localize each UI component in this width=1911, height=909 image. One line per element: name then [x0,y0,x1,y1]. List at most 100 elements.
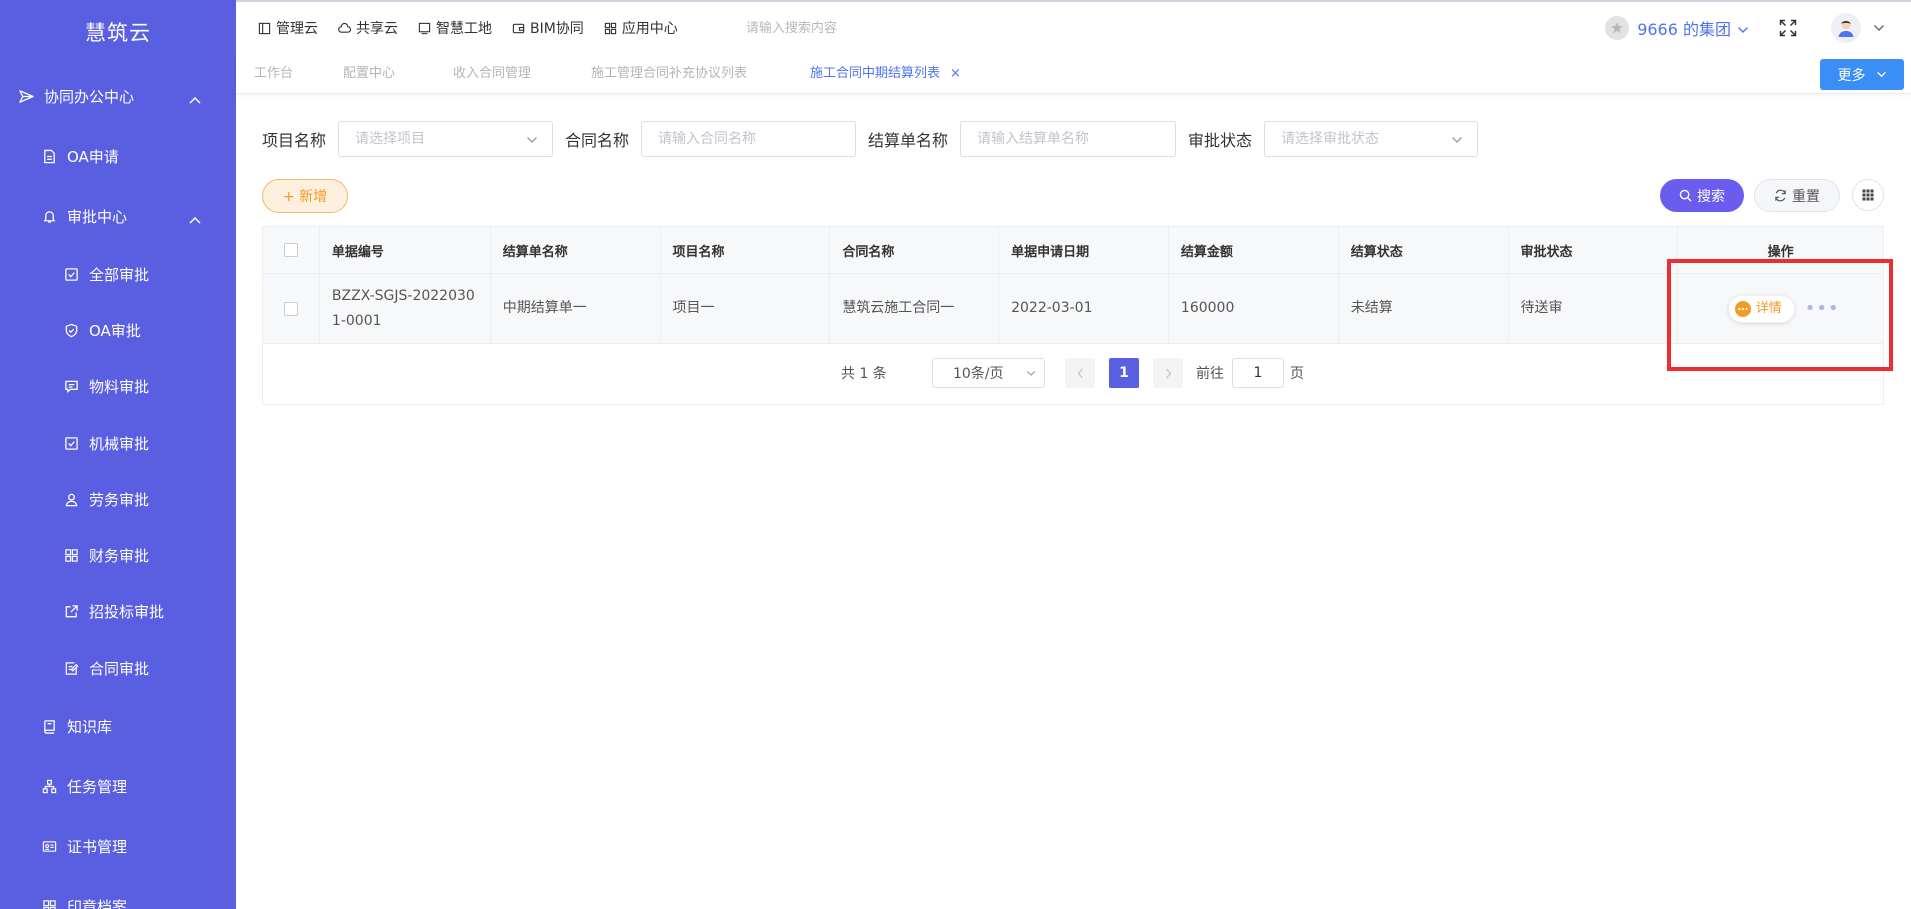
global-search-input[interactable] [745,20,1006,36]
sidebar-item-seal-archive[interactable]: 印章档案 [0,876,236,909]
settlement-input[interactable] [977,131,1160,147]
refresh-icon [1775,189,1786,202]
sidebar-item-label: OA审批 [89,321,141,340]
topnav-smart-site[interactable]: 智慧工地 [418,18,492,38]
sidebar-item-label: 财务审批 [89,547,150,566]
goto-page-input[interactable] [1232,358,1284,388]
sidebar-item-bidding-approval[interactable]: 招投标审批 [0,584,236,640]
sidebar-item-oa-approval[interactable]: OA审批 [0,302,236,358]
sidebar-item-label: OA申请 [67,147,119,166]
sidebar-item-finance-approval[interactable]: 财务审批 [0,527,236,583]
cloud-icon [338,22,351,33]
avatar-icon [1831,13,1861,43]
tab-interim-settlement[interactable]: 施工合同中期结算列表 × [810,54,961,94]
tab-supplement-agreement[interactable]: 施工管理合同补充协议列表 [591,54,747,94]
more-button[interactable]: 更多 [1820,59,1904,90]
sidebar-item-contract-approval[interactable]: 合同审批 [0,640,236,696]
sidebar-item-knowledge[interactable]: 知识库 [0,696,236,756]
sidebar-item-collab-office[interactable]: 协同办公中心 [0,66,236,126]
checkbox-icon [63,266,79,282]
settlement-field[interactable] [960,121,1177,157]
header-cell: 单据申请日期 [999,227,1169,273]
document-icon [41,148,57,164]
sidebar-item-machine-approval[interactable]: 机械审批 [0,415,236,471]
tab-workbench[interactable]: 工作台 [254,54,293,94]
sidebar-item-oa-apply[interactable]: OA申请 [0,126,236,186]
search-button[interactable]: 搜索 [1660,179,1744,212]
sidebar-item-task[interactable]: 任务管理 [0,756,236,816]
contract-field[interactable] [641,121,857,157]
org-name: 9666 的集团 [1637,20,1731,39]
send-icon [18,88,34,104]
goto-suffix: 页 [1290,366,1304,382]
topnav-label: 智慧工地 [436,21,492,37]
select-all-checkbox[interactable] [283,243,298,257]
topnav-bim[interactable]: BIM协同 [512,18,584,38]
page-number-current[interactable]: 1 [1109,358,1139,388]
topnav-share-cloud[interactable]: 共享云 [338,18,398,38]
header-cell: 项目名称 [661,227,831,273]
fullscreen-icon[interactable] [1779,19,1797,37]
header-cell: 结算金额 [1169,227,1339,273]
approval-status-input[interactable] [1281,131,1462,147]
tab-label: 施工合同中期结算列表 [810,66,941,81]
org-chart-icon [41,778,57,794]
chevron-down-icon [527,137,537,143]
chevron-right-icon [1165,368,1171,378]
contract-input[interactable] [658,131,840,147]
tab-config-center[interactable]: 配置中心 [343,54,395,94]
sidebar: 慧筑云 协同办公中心 OA申请 审批中心 全部审批 OA审批 物料审批 机械审批… [0,0,236,909]
user-menu[interactable] [1831,13,1885,43]
message-icon [63,379,79,395]
grid-icon [41,898,57,909]
monitor-icon [418,22,431,34]
org-switcher[interactable]: 9666 的集团 [1605,16,1749,40]
tabs-bar: 工作台 配置中心 收入合同管理 施工管理合同补充协议列表 施工合同中期结算列表 ×… [236,54,1911,94]
goto-prefix: 前往 [1196,366,1224,382]
column-settings-button[interactable] [1852,179,1884,211]
chevron-down-icon [1737,19,1749,38]
detail-button[interactable]: 详情 [1727,294,1795,323]
sidebar-item-label: 审批中心 [67,207,128,226]
pagination: 共 1 条 10条/页 1 前往 页 [263,344,1883,406]
chevron-down-icon [1876,71,1886,78]
row-checkbox[interactable] [283,301,298,316]
sidebar-item-label: 物料审批 [89,378,150,397]
sidebar-item-certificate[interactable]: 证书管理 [0,816,236,876]
row-checkbox-cell [263,274,320,343]
sidebar-item-material-approval[interactable]: 物料审批 [0,359,236,415]
sidebar-item-label: 全部审批 [89,265,150,284]
add-button[interactable]: + 新增 [262,179,348,213]
next-page-button[interactable] [1153,358,1183,388]
app-logo: 慧筑云 [85,21,151,45]
tab-income-contract[interactable]: 收入合同管理 [453,54,531,94]
settlement-label: 结算单名称 [868,131,949,150]
sidebar-item-labor-approval[interactable]: 劳务审批 [0,471,236,527]
detail-button-label: 详情 [1755,301,1782,316]
external-link-icon [63,604,79,620]
topnav-app-center[interactable]: 应用中心 [604,18,678,38]
project-select-input[interactable] [355,131,537,147]
approval-status-select[interactable] [1264,121,1479,157]
main-content: 管理云 共享云 智慧工地 BIM协同 应用中心 请输入搜索内容 9666 的集团… [236,0,1911,909]
close-icon[interactable]: × [950,66,961,81]
topnav-label: BIM协同 [530,21,584,37]
grid-icon [1862,189,1874,201]
prev-page-button[interactable] [1065,358,1095,388]
approval-status-label: 审批状态 [1188,131,1253,150]
search-button-label: 搜索 [1697,188,1725,205]
project-select[interactable] [338,121,554,157]
sidebar-item-approval-center[interactable]: 审批中心 [0,186,236,246]
panel-icon [258,22,271,34]
apps-icon [604,22,616,34]
checkbox-icon [63,435,79,451]
more-actions-icon[interactable]: ••• [1805,299,1840,317]
page-size-select[interactable]: 10条/页 [932,358,1045,388]
sidebar-item-label: 印章档案 [67,897,128,909]
app-root: 慧筑云 协同办公中心 OA申请 审批中心 全部审批 OA审批 物料审批 机械审批… [0,0,1911,909]
reset-button[interactable]: 重置 [1754,179,1840,212]
topnav-management-cloud[interactable]: 管理云 [258,18,318,38]
tab-label: 施工管理合同补充协议列表 [591,66,748,81]
settlement-table: 单据编号 结算单名称 项目名称 合同名称 单据申请日期 结算金额 结算状态 审批… [262,226,1884,405]
sidebar-item-all-approval[interactable]: 全部审批 [0,246,236,302]
